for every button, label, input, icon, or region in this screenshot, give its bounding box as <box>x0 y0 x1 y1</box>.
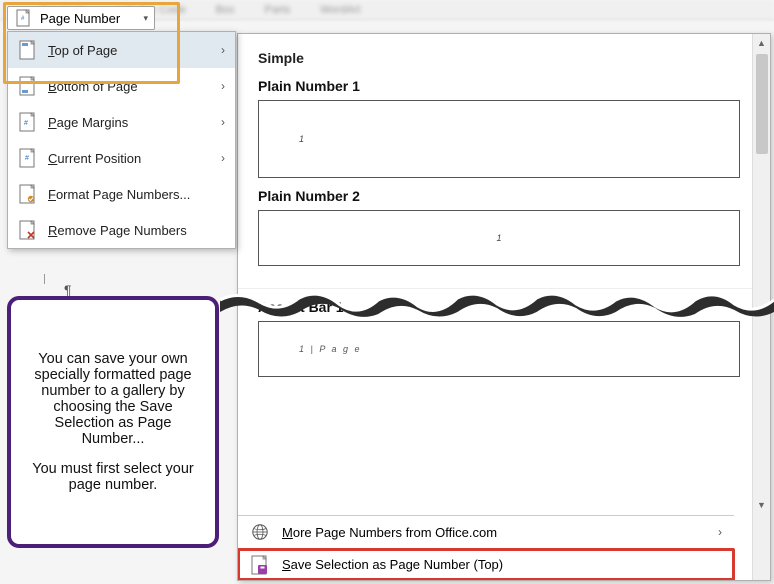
save-selection-row[interactable]: Save Selection as Page Number (Top) <box>238 548 734 580</box>
gallery-item-plain-number-2[interactable]: 1 <box>258 210 740 266</box>
gallery-item-accent-bar-1[interactable]: 1 | P a g e <box>258 321 740 377</box>
svg-text:#: # <box>25 155 29 162</box>
gallery-preview-text: 1 <box>496 233 501 243</box>
save-selection-icon <box>250 555 270 575</box>
menu-item-page-margins[interactable]: # Page Margins › <box>8 104 235 140</box>
menu-item-label: Current Position <box>48 151 141 166</box>
format-page-numbers-icon <box>18 184 38 204</box>
menu-item-label: Page Margins <box>48 115 128 130</box>
callout-text-2: You must first select your page number. <box>25 461 201 493</box>
globe-icon <box>250 522 270 542</box>
remove-page-numbers-icon <box>18 220 38 240</box>
gallery-group-label: Simple <box>258 50 740 66</box>
page-number-dropdown-label: Page Number <box>40 11 120 26</box>
menu-item-label: Top of Page <box>48 43 117 58</box>
scroll-up-icon[interactable]: ▲ <box>753 34 770 52</box>
submenu-arrow-icon: › <box>718 525 722 539</box>
menu-item-label: Bottom of Page <box>48 79 138 94</box>
page-number-dropdown-button[interactable]: # Page Number ▾ <box>7 6 155 30</box>
submenu-arrow-icon: › <box>221 43 225 57</box>
scrollbar-thumb[interactable] <box>756 54 768 154</box>
callout-text-1: You can save your own specially formatte… <box>25 351 201 447</box>
menu-item-top-of-page[interactable]: Top of Page › <box>8 32 235 68</box>
gallery-item-plain-number-1[interactable]: 1 <box>258 100 740 178</box>
current-position-icon: # <box>18 148 38 168</box>
page-margins-icon: # <box>18 112 38 132</box>
more-page-numbers-label: More Page Numbers from Office.com <box>282 525 497 540</box>
menu-item-remove-page-numbers[interactable]: Remove Page Numbers <box>8 212 235 248</box>
chevron-down-icon: ▾ <box>143 13 148 24</box>
submenu-arrow-icon: › <box>221 79 225 93</box>
gallery-preview-text: 1 <box>299 134 304 144</box>
submenu-arrow-icon: › <box>221 151 225 165</box>
gallery-item-title: Plain Number 2 <box>258 188 740 204</box>
page-bottom-icon <box>18 76 38 96</box>
menu-item-label: Format Page Numbers... <box>48 187 190 202</box>
gallery-item-title: Plain Number 1 <box>258 78 740 94</box>
menu-item-current-position[interactable]: # Current Position › <box>8 140 235 176</box>
menu-item-bottom-of-page[interactable]: Bottom of Page › <box>8 68 235 104</box>
page-number-icon: # <box>14 8 34 28</box>
page-number-menu: Top of Page › Bottom of Page › # Page Ma… <box>7 31 236 249</box>
svg-text:#: # <box>24 120 28 127</box>
submenu-arrow-icon: › <box>221 115 225 129</box>
page-top-icon <box>18 40 38 60</box>
gallery-preview-text: 1 | P a g e <box>299 344 362 354</box>
torn-edge-decoration <box>220 288 774 322</box>
explanation-callout: You can save your own specially formatte… <box>7 296 219 548</box>
menu-item-format-page-numbers[interactable]: Format Page Numbers... <box>8 176 235 212</box>
more-page-numbers-row[interactable]: More Page Numbers from Office.com › <box>238 516 734 548</box>
scroll-down-icon[interactable]: ▼ <box>753 496 770 514</box>
menu-item-label: Remove Page Numbers <box>48 223 187 238</box>
save-selection-label: Save Selection as Page Number (Top) <box>282 557 503 572</box>
